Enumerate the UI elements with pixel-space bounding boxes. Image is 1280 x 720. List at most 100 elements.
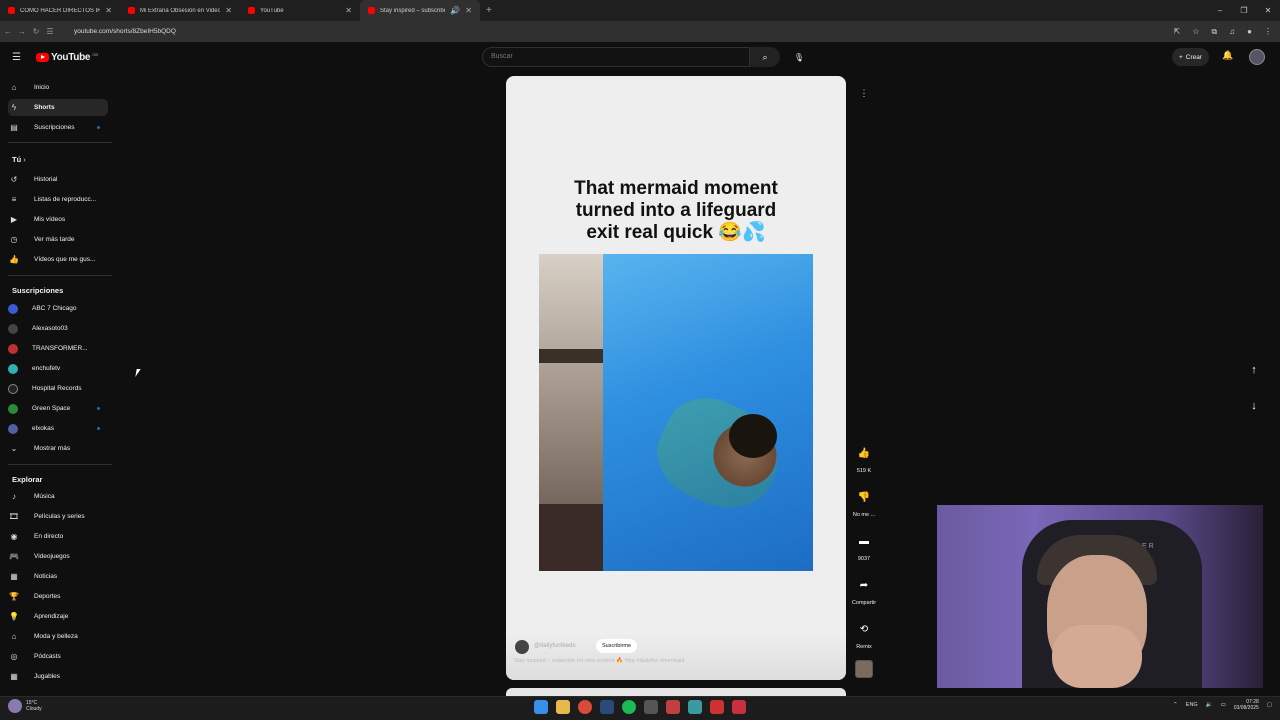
notification-icon[interactable]: ▢ — [1267, 702, 1272, 708]
new-tab-icon[interactable]: + — [486, 5, 492, 16]
share-button[interactable]: ➦ Compartir — [846, 574, 882, 607]
network-icon[interactable]: ▭ — [1221, 702, 1226, 708]
reload-icon[interactable]: ↻ — [30, 27, 42, 36]
like-button[interactable]: 👍 519 K — [846, 442, 882, 475]
sidebar-channel-abc7[interactable]: ABC 7 Chicago — [8, 300, 108, 317]
more-options-icon[interactable]: ⋮ — [856, 88, 872, 104]
language-indicator[interactable]: ENG — [1186, 702, 1198, 708]
previous-short-button[interactable]: ↑ — [1243, 359, 1265, 381]
sidebar-item-gaming[interactable]: 🎮 Videojuegos — [8, 548, 108, 565]
sidebar-item-label: Jugables — [34, 673, 61, 680]
sidebar-item-playables[interactable]: ▦ Jugables — [8, 668, 108, 685]
sidebar-item-live[interactable]: ◉ En directo — [8, 528, 108, 545]
history-icon: ↺ — [10, 175, 18, 184]
close-tab-icon[interactable]: ✕ — [345, 6, 352, 15]
sidebar-channel-alexasoto03[interactable]: Alexasoto03 — [8, 320, 108, 337]
short-channel-avatar[interactable] — [515, 640, 529, 654]
browser-tab[interactable]: COMO HACER DIRECTOS IRL ✕ — [0, 0, 120, 21]
sidebar-show-more[interactable]: ⌄ Mostrar más — [8, 440, 108, 457]
app-icon[interactable] — [666, 700, 680, 714]
media-icon[interactable]: ♫ — [1229, 27, 1235, 37]
chrome-icon[interactable] — [578, 700, 592, 714]
sidebar-channel-hospital-records[interactable]: Hospital Records — [8, 380, 108, 397]
create-button[interactable]: + Crear — [1172, 48, 1210, 66]
sidebar-channel-transformers[interactable]: TRANSFORMER... — [8, 340, 108, 357]
youtube-logo[interactable]: YouTube GB — [36, 52, 98, 63]
sidebar-item-movies[interactable]: 🎞 Películas y series — [8, 508, 108, 525]
sidebar-item-label: Vídeos que me gus... — [34, 256, 96, 263]
next-short-button[interactable]: ↓ — [1243, 395, 1265, 417]
browser-tab[interactable]: YouTube ✕ — [240, 0, 360, 21]
audio-icon[interactable]: 🔊 — [450, 6, 460, 15]
short-description[interactable]: Stay inspired – subscribe for new conten… — [514, 658, 684, 664]
forward-icon[interactable]: → — [16, 27, 28, 36]
sidebar-channel-enchufetv[interactable]: enchufetv — [8, 360, 108, 377]
chevron-down-icon: ⌄ — [10, 444, 18, 453]
youtube-app-icon[interactable] — [710, 700, 724, 714]
sound-thumbnail[interactable] — [855, 660, 873, 678]
sidebar-item-fashion[interactable]: ⌂ Moda y belleza — [8, 628, 108, 645]
browser-tab[interactable]: Mi Extraña Obsesión en Videoj ✕ — [120, 0, 240, 21]
sidebar-item-shorts[interactable]: ϟ Shorts — [8, 99, 108, 116]
sidebar-you-heading[interactable]: Tú › — [12, 155, 26, 164]
voice-search-button[interactable]: 🎙 — [790, 48, 808, 66]
sidebar-item-podcasts[interactable]: ◎ Pódcasts — [8, 648, 108, 665]
short-video-player[interactable]: That mermaid moment turned into a lifegu… — [506, 76, 846, 680]
close-window-icon[interactable]: ✕ — [1256, 6, 1280, 15]
sidebar-item-watch-later[interactable]: ◷ Ver más tarde — [8, 231, 108, 248]
remix-label: Remix — [856, 644, 872, 650]
weather-widget[interactable]: 15°C Cloudy — [8, 699, 42, 713]
close-tab-icon[interactable]: ✕ — [225, 6, 232, 15]
extensions-icon[interactable]: ⧉ — [1211, 27, 1217, 37]
sidebar-item-home[interactable]: ⌂ Inicio — [8, 79, 108, 96]
dislike-button[interactable]: 👎 No me ... — [846, 486, 882, 519]
hamburger-menu-icon[interactable]: ☰ — [12, 52, 21, 63]
sidebar-channel-elxokas[interactable]: elxokas — [8, 420, 108, 437]
browser-tab-active[interactable]: Stay inspired – subscribe fo 🔊 ✕ — [360, 0, 480, 21]
sidebar-explore-heading: Explorar — [12, 475, 43, 484]
sidebar-item-liked-videos[interactable]: 👍 Vídeos que me gus... — [8, 251, 108, 268]
url-field[interactable]: youtube.com/shorts/8ZbeIH5bQDQ — [74, 28, 176, 35]
app-icon[interactable] — [644, 700, 658, 714]
open-external-icon[interactable]: ⇱ — [1174, 27, 1181, 37]
channel-avatar — [8, 403, 18, 414]
subscribe-button[interactable]: Suscribirme — [596, 639, 638, 653]
site-info-icon[interactable]: ☰ — [44, 27, 56, 36]
youtube-favicon-icon — [248, 7, 255, 14]
sidebar-item-news[interactable]: ▦ Noticias — [8, 568, 108, 585]
remix-icon: ⟲ — [859, 623, 869, 635]
account-avatar[interactable] — [1249, 49, 1265, 65]
sidebar-item-learning[interactable]: 💡 Aprendizaje — [8, 608, 108, 625]
clock[interactable]: 07:28 03/08/2025 — [1234, 699, 1259, 711]
sidebar-item-sports[interactable]: 🏆 Deportes — [8, 588, 108, 605]
profile-icon[interactable]: ● — [1247, 27, 1252, 37]
file-explorer-icon[interactable] — [556, 700, 570, 714]
short-channel-name[interactable]: @dailyfunfeeds — [534, 643, 575, 649]
comments-button[interactable]: ▬ 9037 — [846, 530, 882, 563]
close-tab-icon[interactable]: ✕ — [465, 6, 472, 15]
back-icon[interactable]: ← — [2, 27, 14, 36]
sidebar-item-my-videos[interactable]: ▶ Mis vídeos — [8, 211, 108, 228]
spotify-icon[interactable] — [622, 700, 636, 714]
restore-icon[interactable]: ❐ — [1232, 6, 1256, 15]
chevron-up-icon[interactable]: ⌃ — [1173, 702, 1178, 708]
sidebar-item-history[interactable]: ↺ Historial — [8, 171, 108, 188]
minimize-icon[interactable]: – — [1208, 6, 1232, 15]
close-tab-icon[interactable]: ✕ — [105, 6, 112, 15]
windows-start-icon[interactable] — [534, 700, 548, 714]
search-input[interactable]: Buscar — [482, 47, 750, 67]
notifications-bell-icon[interactable]: 🔔 — [1222, 50, 1233, 61]
steam-icon[interactable] — [600, 700, 614, 714]
app-icon[interactable] — [732, 700, 746, 714]
bookmark-star-icon[interactable]: ☆ — [1192, 27, 1199, 37]
sidebar-item-playlists[interactable]: ≡ Listas de reproducc... — [8, 191, 108, 208]
search-button[interactable]: ⌕ — [750, 47, 780, 67]
sidebar-item-subscriptions[interactable]: ▤ Suscripciones — [8, 119, 108, 136]
gamepad-icon: 🎮 — [9, 552, 19, 561]
browser-menu-icon[interactable]: ⋮ — [1264, 27, 1272, 37]
remix-button[interactable]: ⟲ Remix — [846, 618, 882, 651]
volume-icon[interactable]: 🔉 — [1206, 702, 1213, 708]
sidebar-item-music[interactable]: ♪ Música — [8, 488, 108, 505]
sidebar-channel-green-space[interactable]: Green Space — [8, 400, 108, 417]
store-icon[interactable] — [688, 700, 702, 714]
